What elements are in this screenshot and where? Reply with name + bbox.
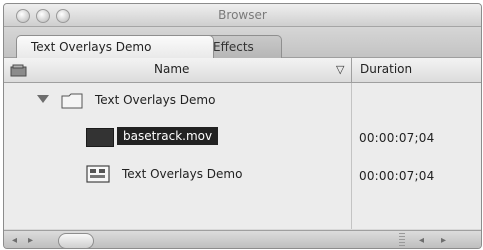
sequence-name: Text Overlays Demo (122, 167, 243, 181)
resize-grip[interactable] (399, 233, 405, 247)
browser-list: Text Overlays Demo basetrack.mov 00:00:0… (4, 83, 481, 229)
bin-name: Text Overlays Demo (95, 93, 216, 107)
tab-text-overlays-demo[interactable]: Text Overlays Demo (16, 35, 214, 58)
list-item-bin[interactable]: Text Overlays Demo (4, 89, 481, 115)
scroll-right-arrow-icon[interactable]: ▸ (28, 235, 33, 246)
clip-duration: 00:00:07;04 (359, 131, 435, 145)
list-item-sequence[interactable]: Text Overlays Demo 00:00:07;04 (4, 163, 481, 189)
clip-icon (86, 128, 114, 147)
column-divider[interactable] (351, 58, 352, 82)
scroll-thumb[interactable] (58, 233, 94, 248)
sequence-duration: 00:00:07;04 (359, 169, 435, 183)
scroll-left-arrow-icon[interactable]: ◂ (12, 235, 17, 246)
folder-stack-icon[interactable] (10, 63, 28, 77)
sequence-icon (86, 165, 110, 183)
mini-scroll-left-arrow-icon[interactable]: ◂ (419, 235, 424, 246)
browser-window: Browser Text Overlays Demo Effects Name … (3, 3, 482, 249)
horizontal-scrollbar[interactable]: ◂ ▸ ◂ ▸ (4, 230, 481, 248)
clip-name: basetrack.mov (117, 127, 219, 145)
mini-scroll-right-arrow-icon[interactable]: ▸ (441, 235, 446, 246)
column-name-header[interactable]: Name (154, 62, 189, 76)
column-duration-header[interactable]: Duration (360, 62, 412, 76)
tab-bar: Text Overlays Demo Effects (4, 27, 481, 58)
disclosure-triangle-icon[interactable] (37, 95, 49, 103)
sort-indicator-icon: ▽ (336, 63, 345, 76)
title-bar[interactable]: Browser (4, 4, 481, 27)
window-title: Browser (218, 8, 267, 22)
column-header: Name ▽ Duration (4, 58, 481, 83)
folder-icon (61, 93, 83, 109)
list-item-clip[interactable]: basetrack.mov 00:00:07;04 (4, 125, 481, 151)
